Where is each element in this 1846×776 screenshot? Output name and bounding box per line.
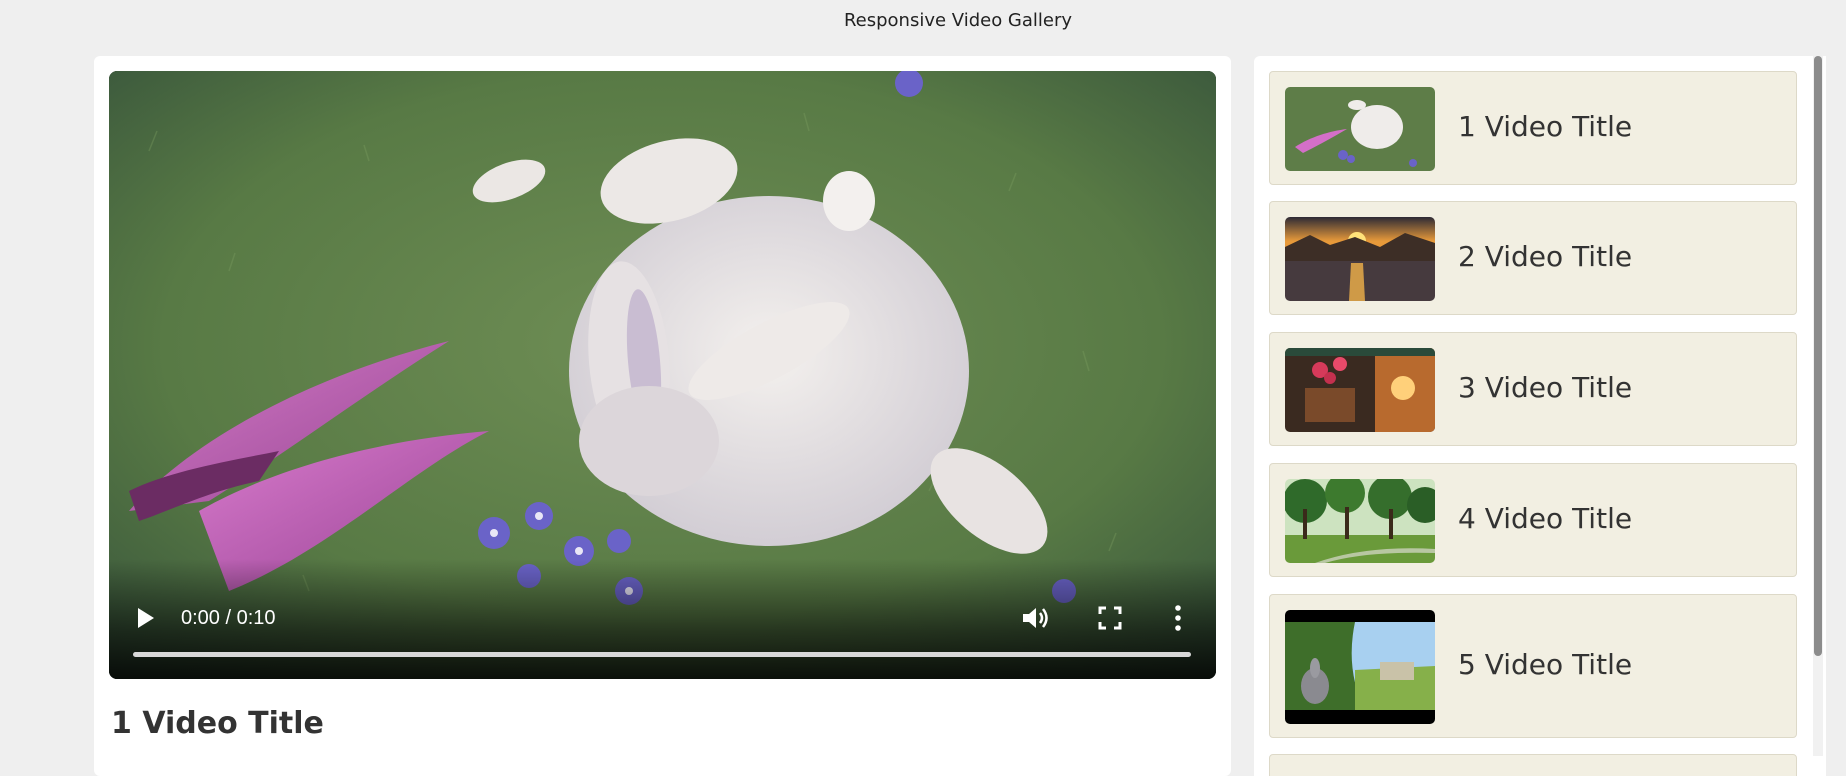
current-video-title: 1 Video Title (111, 706, 324, 741)
playlist-panel: 1 Video Title 2 Video Title 3 Video Titl… (1254, 56, 1826, 776)
more-options-icon[interactable] (1173, 603, 1183, 633)
progress-bar[interactable] (133, 652, 1191, 657)
time-readout: 0:00 / 0:10 (181, 607, 276, 629)
volume-icon[interactable] (1021, 605, 1051, 631)
playlist-item-title: 5 Video Title (1458, 648, 1633, 681)
thumbnail-2 (1285, 217, 1435, 301)
thumbnail-4 (1285, 479, 1435, 563)
playlist-item-3[interactable]: 3 Video Title (1269, 332, 1797, 446)
thumbnail-1 (1285, 87, 1435, 171)
playlist-item-5[interactable]: 5 Video Title (1269, 594, 1797, 738)
play-icon[interactable] (135, 605, 157, 631)
scrollbar-thumb[interactable] (1814, 56, 1822, 656)
playlist-item-4[interactable]: 4 Video Title (1269, 463, 1797, 577)
playlist-item-2[interactable]: 2 Video Title (1269, 201, 1797, 315)
thumbnail-5 (1285, 610, 1435, 724)
playlist-scrollbar[interactable] (1813, 56, 1823, 756)
playlist-item-6-partial[interactable] (1269, 754, 1797, 776)
playlist-item-title: 1 Video Title (1458, 110, 1633, 143)
video-player[interactable]: 0:00 / 0:10 (109, 71, 1216, 679)
playlist-item-title: 4 Video Title (1458, 502, 1633, 535)
playlist-item-title: 3 Video Title (1458, 371, 1633, 404)
main-video-panel: 0:00 / 0:10 1 Video Title (94, 56, 1231, 776)
video-controls-bar: 0:00 / 0:10 (109, 559, 1216, 679)
playlist-item-1[interactable]: 1 Video Title (1269, 71, 1797, 185)
page-title: Responsive Video Gallery (843, 10, 1073, 31)
thumbnail-3 (1285, 348, 1435, 432)
playlist-item-title: 2 Video Title (1458, 240, 1633, 273)
fullscreen-icon[interactable] (1097, 605, 1123, 631)
